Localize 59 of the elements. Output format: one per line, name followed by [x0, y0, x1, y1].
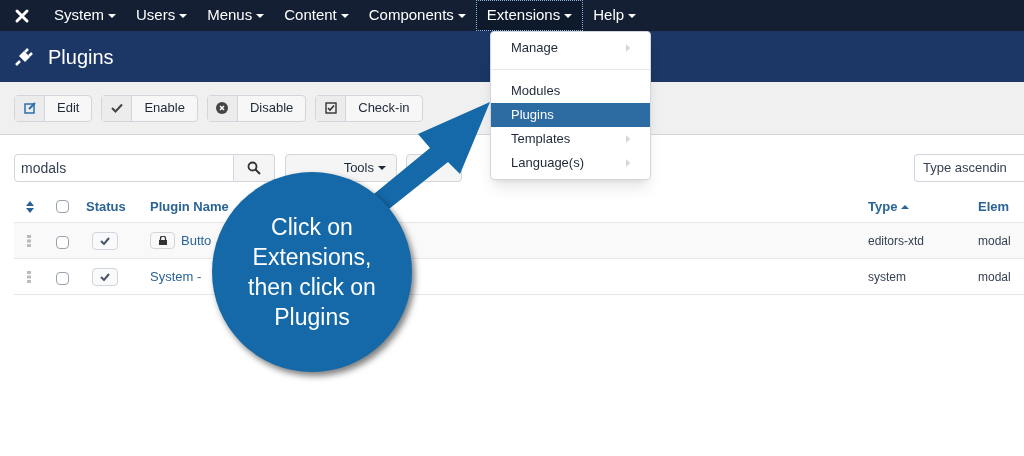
callout-text: Click on Extensions, then click on Plugins — [247, 213, 377, 332]
check-icon — [100, 236, 110, 245]
edit-icon — [23, 102, 36, 114]
column-header[interactable]: Status — [86, 196, 140, 217]
submenu-arrow-icon — [626, 135, 630, 143]
page-title: Plugins — [48, 44, 114, 70]
search-icon — [247, 161, 261, 175]
cancel-icon — [216, 102, 229, 114]
plugin-name-link[interactable]: Butto — [181, 230, 212, 251]
checkbox-icon — [324, 102, 337, 114]
row-checkbox[interactable] — [56, 236, 69, 249]
dropdown-item[interactable]: Plugins — [491, 103, 650, 127]
check-icon — [110, 103, 123, 113]
plugin-name-link[interactable]: System - — [150, 266, 202, 287]
menu-item[interactable]: Content — [274, 0, 359, 31]
row-checkbox[interactable] — [56, 200, 69, 213]
menu-item[interactable]: Menus — [197, 0, 275, 31]
status-toggle[interactable] — [92, 231, 118, 250]
dropdown-item[interactable]: Manage — [491, 36, 650, 60]
row-checkbox[interactable] — [56, 272, 69, 285]
toolbar-button[interactable]: Check-in — [315, 94, 423, 122]
menu-item[interactable]: Help — [583, 0, 647, 31]
plug-icon — [14, 46, 34, 67]
sort-icon[interactable] — [26, 200, 34, 213]
caret-icon — [340, 13, 349, 18]
menu-item[interactable]: Components — [358, 0, 476, 31]
caret-icon — [256, 13, 265, 18]
dropdown-item[interactable]: Templates — [491, 127, 650, 151]
drag-handle-icon[interactable] — [27, 270, 31, 283]
logo-icon — [14, 7, 30, 24]
submenu-arrow-icon — [626, 44, 630, 52]
check-icon — [100, 272, 110, 281]
dropdown-item[interactable]: Modules — [491, 79, 650, 103]
submenu-arrow-icon — [626, 159, 630, 167]
table-cell-text: system — [868, 268, 907, 286]
toolbar-button[interactable]: Disable — [206, 94, 307, 122]
search-button[interactable] — [234, 154, 275, 182]
table-cell-text: modal — [978, 268, 1012, 286]
caret-icon — [108, 13, 116, 18]
caret-icon — [564, 13, 573, 18]
toolbar-button[interactable]: Enable — [101, 94, 198, 122]
table-cell-text: modal — [978, 232, 1012, 250]
table-cell-text: editors-xtd — [868, 232, 926, 250]
menu-item[interactable]: System — [44, 0, 126, 31]
lock-icon — [158, 236, 167, 245]
drag-handle-icon[interactable] — [27, 234, 31, 247]
caret-icon — [179, 13, 188, 18]
toolbar-button[interactable]: Edit — [14, 94, 93, 122]
caret-icon — [457, 13, 466, 18]
status-toggle[interactable] — [92, 267, 118, 286]
sort-select[interactable]: Type ascendin — [914, 154, 1024, 182]
menu-item[interactable]: Extensions — [475, 0, 584, 31]
search-field[interactable]: modals — [14, 154, 234, 182]
caret-icon — [378, 166, 386, 170]
column-header[interactable]: Type — [868, 196, 978, 217]
caret-icon — [628, 13, 637, 18]
menu-item[interactable]: Users — [126, 0, 198, 31]
column-header[interactable]: Elem — [978, 196, 1024, 217]
dropdown-item[interactable]: Language(s) — [491, 151, 650, 175]
